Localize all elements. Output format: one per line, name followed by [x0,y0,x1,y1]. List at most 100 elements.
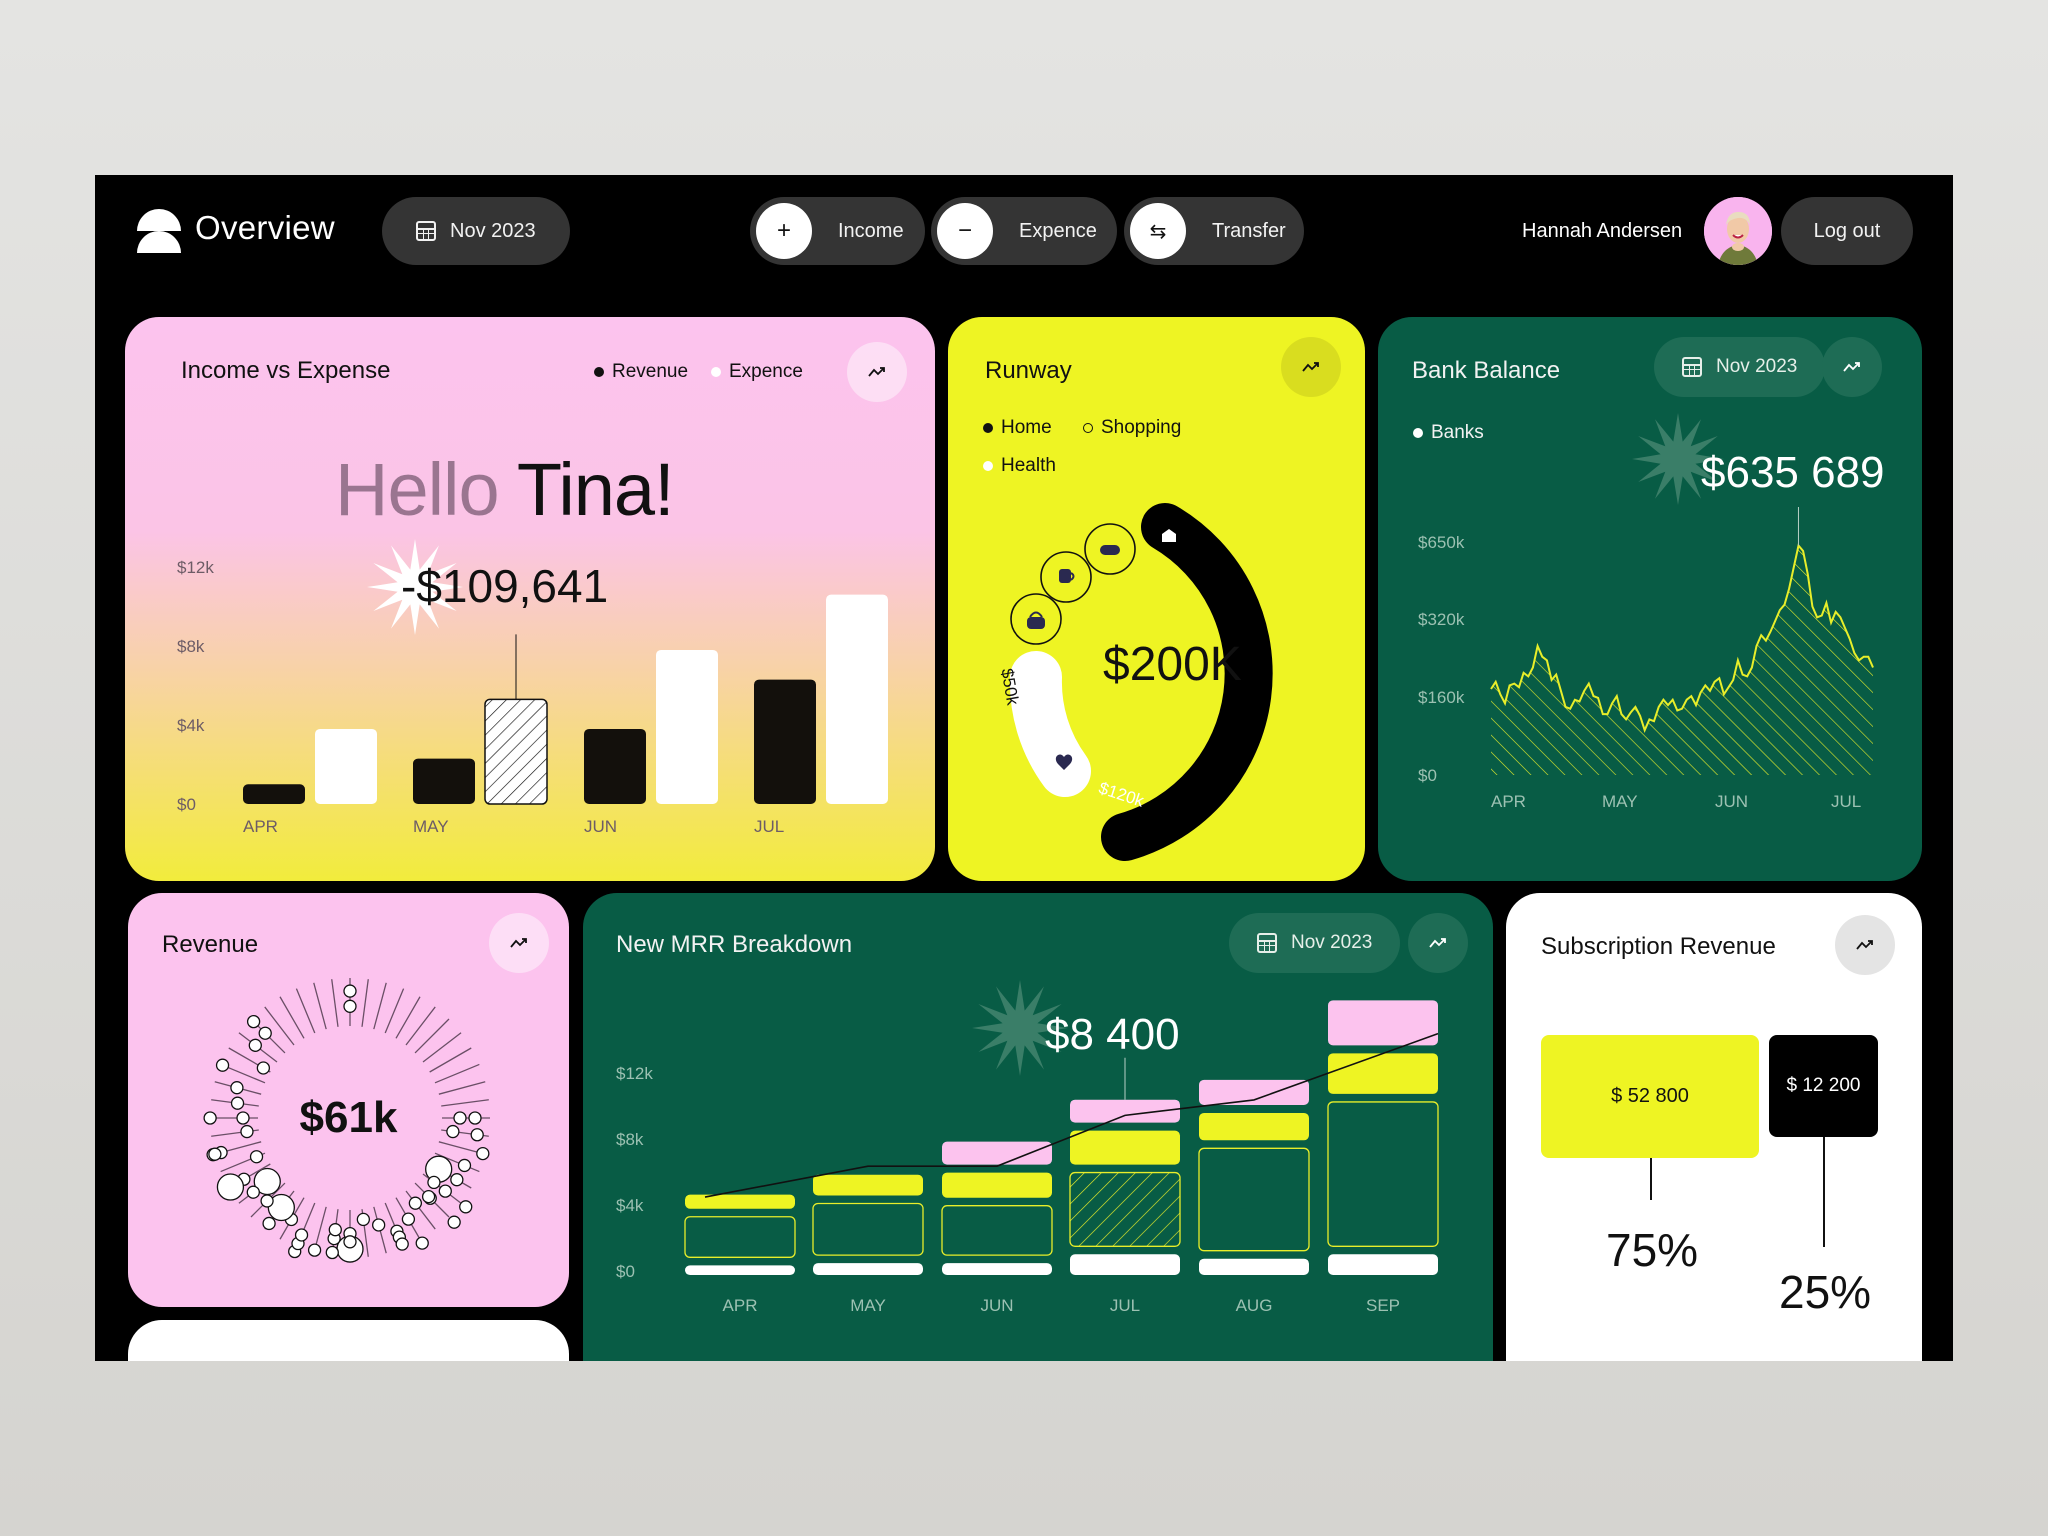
radial-dot [328,1223,342,1237]
bar-expence [484,698,548,805]
bar-segment-yellow [1199,1112,1309,1141]
area-fill [1491,545,1873,775]
radial-dot [476,1146,490,1161]
x-tick-label: JUN [980,1296,1013,1315]
transfer-label: Transfer [1212,219,1286,242]
transfer-button[interactable]: ⇆ Transfer [1124,197,1304,265]
radial-dot [421,1189,436,1204]
bar-expence [656,649,718,804]
bar-segment-outlined [812,1202,924,1256]
radial-dot [216,1173,245,1201]
y-tick-label: $8k [616,1130,644,1149]
x-tick-label: JUN [1715,792,1748,811]
runway-donut-chart [1009,503,1273,861]
bar-segment-yellow [1328,1053,1438,1094]
radial-dot [294,1228,309,1242]
radial-tick [434,1063,480,1084]
radial-dot [248,1038,262,1052]
x-tick-label: MAY [1602,792,1638,811]
calendar-icon [416,221,436,241]
radial-dot [356,1212,371,1227]
logout-button[interactable]: Log out [1781,197,1913,265]
radial-tick [313,982,327,1030]
callout-label: $8 400 [1045,1010,1180,1059]
y-tick-label: $650k [1418,533,1465,552]
y-tick-label: $12k [177,558,214,577]
radial-dot [325,1245,339,1260]
subscription-block-primary[interactable]: $ 52 800 [1541,1035,1759,1158]
y-tick-label: $12k [616,1064,653,1083]
subscription-block-secondary[interactable]: $ 12 200 [1769,1035,1878,1137]
radial-dot [262,1216,276,1231]
radial-dot [246,1185,260,1199]
bar-segment-outlined [941,1205,1053,1256]
x-tick-label: JUL [1110,1296,1140,1315]
avatar[interactable] [1704,197,1772,265]
bar-segment-base [1070,1254,1180,1275]
runway-total: $200K [1103,638,1242,691]
radial-tick [331,979,339,1027]
bar-segment-outlined [1198,1147,1310,1252]
logout-label: Log out [1813,219,1881,242]
connector-line [1650,1158,1652,1200]
radial-tick [373,982,387,1030]
y-tick-label: $320k [1418,610,1465,629]
radial-dot [450,1173,464,1187]
bar-segment-base [1328,1254,1438,1275]
radial-tick [295,988,316,1034]
bar-segment-pink [1199,1079,1309,1105]
income-expense-chart: $0 $4k $8k $12k APR MAY -$109,641 JUN JUL [177,539,888,836]
subscription-card: Subscription Revenue $ 52 800 $ 12 200 7… [1506,893,1922,1361]
mrr-card: New MRR Breakdown Nov 2023 $0 $4k $8k $12k A… [583,893,1493,1361]
percent-primary: 75% [1606,1224,1699,1276]
x-tick-label: JUL [754,817,784,836]
date-picker-button[interactable]: Nov 2023 [382,197,570,265]
connector-line [1823,1137,1825,1247]
percent-secondary: 25% [1779,1266,1872,1318]
radial-dot [401,1212,416,1226]
x-tick-label: APR [723,1296,758,1315]
runway-card: Runway Home Shopping Health $200K $50k $… [948,317,1365,881]
bar-segment-yellow [942,1172,1052,1198]
y-tick-label: $0 [1418,766,1437,785]
bar-revenue [584,728,646,804]
income-expense-card: Income vs Expense Revenue Expence Hello … [125,317,935,881]
page-title: Overview [195,209,335,246]
bar-segment-base [1199,1258,1309,1275]
x-tick-label: AUG [1236,1296,1273,1315]
radial-tick [361,979,369,1027]
x-tick-label: APR [243,817,278,836]
radial-dot [230,1081,244,1095]
x-tick-label: JUL [1831,792,1861,811]
radial-dot [457,1158,472,1173]
expence-label: Expence [1019,219,1097,242]
bar-revenue [754,679,816,804]
radial-dot [395,1237,409,1251]
partial-card [128,1320,569,1361]
radial-tick [414,1018,450,1054]
income-button[interactable]: + Income [750,197,925,265]
bar-segment-pink [942,1141,1052,1165]
bank-balance-chart: $0 $160k $320k $650k APR MAY JUN JUL $635 689 [1418,413,1885,811]
trend-button[interactable] [1835,915,1895,975]
dashboard-frame: Overview Nov 2023 + Income − Expence ⇆ T… [95,175,1953,1361]
bar-expence [315,728,377,804]
bar-revenue [413,758,475,804]
income-label: Income [838,219,904,242]
radial-dot [408,1196,423,1210]
bar-segment-outlined [1069,1171,1181,1247]
bar-segment-yellow [813,1174,923,1196]
expence-button[interactable]: − Expence [931,197,1117,265]
radial-dot [343,999,357,1013]
radial-dot [459,1200,473,1214]
bar-segment-yellow [1070,1130,1180,1165]
bar-segment-outlined [1327,1101,1439,1247]
transfer-arrows-icon: ⇆ [1130,203,1186,259]
x-tick-label: MAY [413,817,449,836]
bar-segment-base [813,1263,923,1275]
radial-tick [384,988,405,1034]
bar-revenue [243,784,305,804]
radial-dot [258,1026,272,1040]
radial-dot [307,1243,322,1257]
x-tick-label: JUN [584,817,617,836]
